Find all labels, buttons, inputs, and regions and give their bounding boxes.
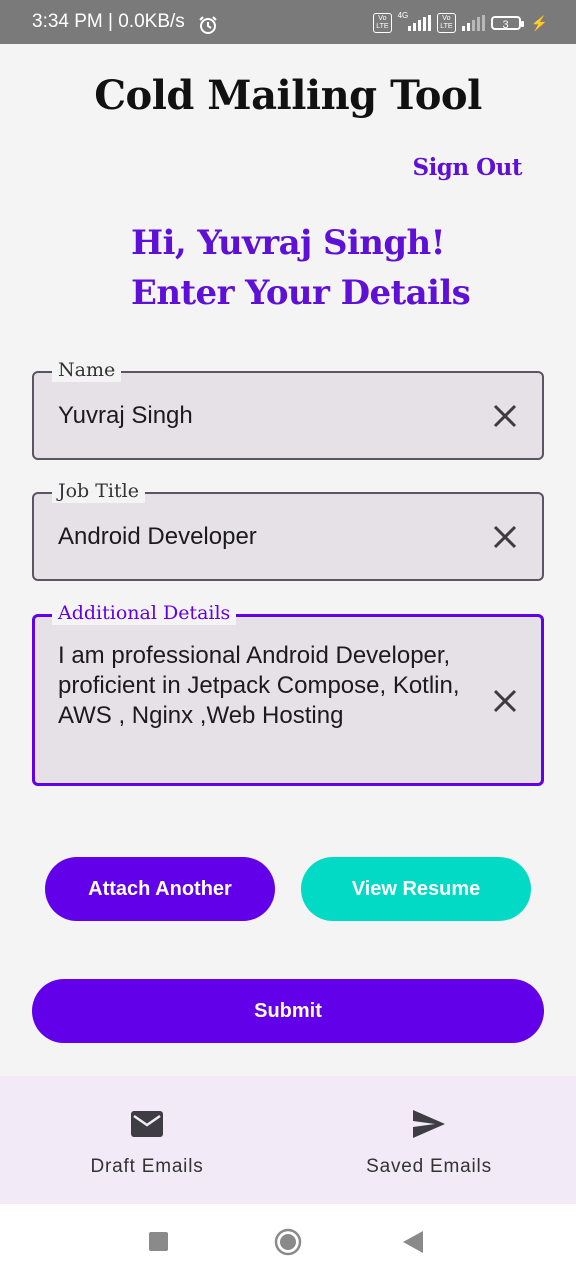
submit-button[interactable]: Submit: [32, 979, 544, 1043]
app-title: Cold Mailing Tool: [94, 72, 482, 119]
battery-icon: 3: [490, 16, 524, 31]
home-button[interactable]: [274, 1228, 302, 1256]
job-title-field-value[interactable]: Android Developer: [58, 522, 462, 552]
sign-out-link[interactable]: Sign Out: [412, 154, 522, 181]
close-icon: [493, 525, 517, 549]
job-title-field[interactable]: Job Title Android Developer: [32, 479, 544, 581]
network-type-label: 4G: [397, 10, 409, 20]
close-icon: [493, 689, 517, 713]
mail-icon: [131, 1111, 163, 1137]
status-icons: Vo LTE 4G Vo LTE 3 ⚡: [373, 10, 548, 34]
close-icon: [493, 404, 517, 428]
nav-draft-emails[interactable]: Draft Emails: [47, 1076, 247, 1204]
nav-saved-emails[interactable]: Saved Emails: [329, 1076, 529, 1204]
volte-badge-sim1: Vo LTE: [373, 13, 392, 33]
clear-job-title-button[interactable]: [490, 522, 520, 552]
nav-draft-emails-label: Draft Emails: [90, 1156, 204, 1177]
system-navigation-bar: [0, 1204, 576, 1280]
signal-icon: [461, 15, 485, 31]
volte-badge-sim2: Vo LTE: [437, 13, 456, 33]
name-field[interactable]: Name Yuvraj Singh: [32, 358, 544, 460]
alarm-icon: [199, 16, 217, 34]
view-resume-button[interactable]: View Resume: [301, 857, 531, 921]
additional-details-field-value[interactable]: I am professional Android Developer, pro…: [58, 641, 461, 731]
recents-button[interactable]: [149, 1232, 168, 1251]
additional-details-field-label: Additional Details: [52, 601, 237, 625]
status-bar: 3:34 PM | 0.0KB/s Vo LTE 4G Vo LTE 3 ⚡: [0, 0, 576, 44]
clear-additional-details-button[interactable]: [490, 686, 520, 716]
name-field-label: Name: [52, 358, 122, 382]
name-field-value[interactable]: Yuvraj Singh: [58, 401, 462, 431]
job-title-field-label: Job Title: [52, 479, 145, 503]
nav-saved-emails-label: Saved Emails: [366, 1156, 492, 1177]
status-time: 3:34 PM | 0.0KB/s: [32, 11, 185, 32]
greeting-instruction: Enter Your Details: [131, 273, 471, 313]
additional-details-field[interactable]: Additional Details I am professional And…: [32, 601, 544, 786]
back-button[interactable]: [403, 1231, 423, 1253]
attach-another-button[interactable]: Attach Another: [45, 857, 275, 921]
charging-icon: ⚡: [530, 14, 548, 31]
greeting-name: Hi, Yuvraj Singh!: [131, 223, 446, 263]
clear-name-button[interactable]: [490, 401, 520, 431]
send-icon: [413, 1110, 445, 1138]
bottom-navigation: Draft Emails Saved Emails: [0, 1076, 576, 1204]
signal-icon: [408, 15, 432, 31]
greeting: Hi, Yuvraj Singh! Enter Your Details: [131, 218, 471, 318]
